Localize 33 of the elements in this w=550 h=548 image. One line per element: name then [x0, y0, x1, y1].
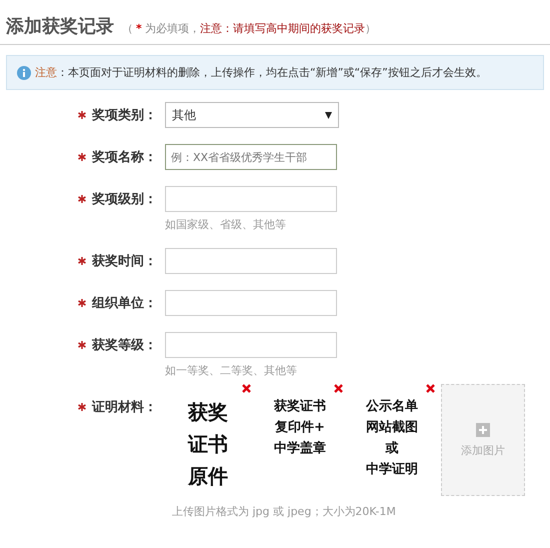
page-title: 添加获奖记录: [6, 15, 114, 38]
paren-text: ）: [364, 21, 376, 36]
input-field[interactable]: [165, 248, 337, 274]
notice-text: ：本页面对于证明材料的删除，上传操作，均在点击“新增”或“保存”按钮之后才会生效。: [57, 65, 487, 80]
field-label: 证明材料：: [92, 399, 157, 416]
field-label: 奖项级别：: [92, 191, 157, 208]
input-field[interactable]: [165, 290, 337, 316]
delete-icon[interactable]: [334, 384, 343, 393]
input-field[interactable]: 例：XX省省级优秀学生干部: [165, 144, 337, 170]
field-label: 获奖时间：: [92, 253, 157, 270]
info-icon: [17, 66, 31, 80]
uploaded-image: 公示名单 网站截图 或 中学证明: [366, 398, 418, 479]
required-note: 为必填项，: [144, 21, 200, 36]
field-label: 奖项类别：: [92, 107, 157, 124]
input-field[interactable]: [165, 186, 337, 212]
upload-hint: 上传图片格式为 jpg 或 jpeg；大小为20K-1M: [171, 504, 397, 519]
delete-icon[interactable]: [426, 384, 435, 393]
notice-label: 注意: [35, 65, 57, 80]
hint-text: 如国家级、省级、其他等: [165, 217, 287, 232]
category-dropdown[interactable]: 其他: [165, 102, 339, 128]
warning-text: 注意：请填写高中期间的获奖记录: [200, 21, 365, 36]
uploaded-image: 获奖 证书 原件: [188, 399, 228, 490]
caret-icon: [325, 112, 332, 118]
delete-icon[interactable]: [242, 384, 251, 393]
field-label: 获奖等级：: [92, 337, 157, 354]
field-label: 奖项名称：: [92, 149, 157, 166]
uploaded-image: 获奖证书 复印件+ 中学盖章: [274, 398, 326, 458]
plus-icon: [476, 422, 490, 436]
input-field[interactable]: [165, 332, 337, 358]
hint-text: 如一等奖、二等奖、其他等: [165, 363, 298, 378]
field-label: 组织单位：: [92, 295, 157, 312]
required-mark: *: [136, 22, 142, 35]
paren-text: （: [122, 21, 133, 36]
